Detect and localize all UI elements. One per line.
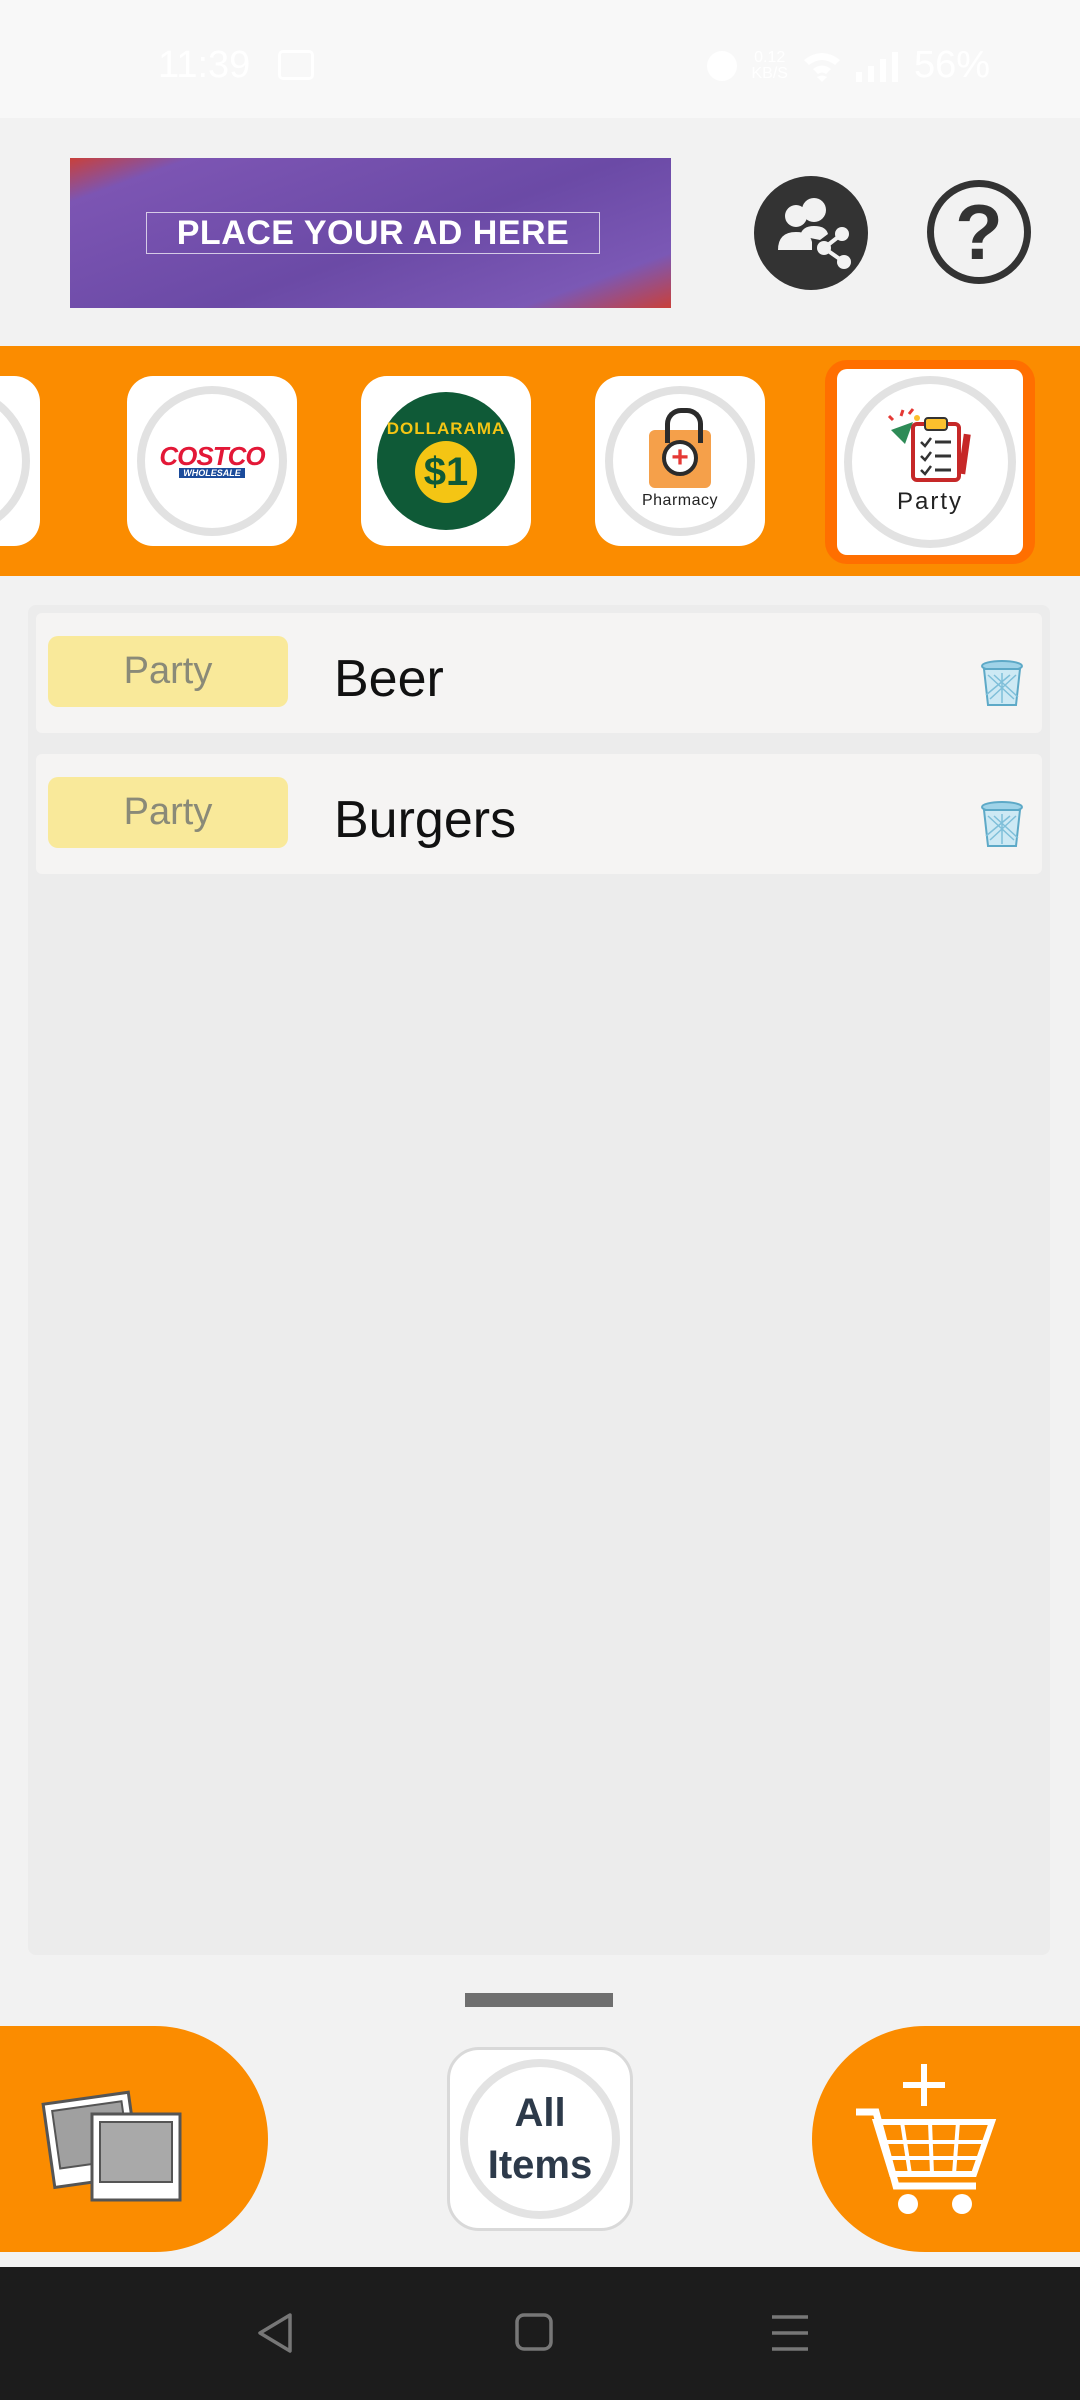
store-ring: + Pharmacy [605, 386, 755, 536]
wifi-icon [803, 52, 840, 82]
all-items-label: All Items [488, 2087, 593, 2191]
pharmacy-label: Pharmacy [641, 492, 719, 509]
signal-icon [855, 51, 898, 82]
store-ring: COSTCO WHOLESALE [137, 386, 287, 536]
battery-percent: 56% [913, 44, 990, 86]
list-item[interactable]: Party Beer [36, 613, 1042, 733]
store-ring: Party [844, 376, 1016, 548]
photos-icon [41, 2090, 182, 2202]
app-header: PLACE YOUR AD HERE ? [0, 118, 1080, 346]
category-badge[interactable]: Party [48, 636, 288, 707]
item-name: Burgers [334, 791, 517, 849]
ad-text: PLACE YOUR AD HERE [146, 212, 600, 254]
status-bar: 11:39 0.12 KB/S 56% [0, 0, 1080, 118]
gallery-notification-icon [278, 50, 314, 80]
share-list-button[interactable] [754, 176, 868, 290]
add-cart-icon [856, 2064, 997, 2214]
party-label: Party [896, 488, 963, 515]
item-name: Beer [334, 650, 444, 708]
system-nav-bar [0, 2267, 1080, 2400]
all-items-button[interactable]: All Items [447, 2047, 633, 2231]
dollarama-logo-text: DOLLARAMA [386, 419, 506, 438]
medical-cross-icon: + [662, 440, 698, 476]
party-checklist-icon [887, 408, 971, 482]
status-time: 11:39 [158, 44, 251, 86]
network-speed-value: 0.12 [754, 48, 786, 66]
category-badge[interactable]: Party [48, 777, 288, 848]
recents-menu-icon[interactable] [760, 2307, 820, 2359]
add-to-cart-button[interactable] [812, 2026, 1080, 2252]
home-icon[interactable] [503, 2307, 563, 2359]
all-items-label-line1: All [514, 2091, 566, 2135]
store-tile-party: Party [837, 369, 1023, 555]
all-items-ring: All Items [460, 2059, 620, 2219]
store-selector[interactable]: COSTCO WHOLESALE DOLLARAMA $1 + Pharmacy [0, 346, 1080, 576]
list-item[interactable]: Party Burgers [36, 754, 1042, 874]
help-button[interactable]: ? [927, 180, 1031, 284]
pharmacy-bag-icon: + [649, 408, 711, 488]
status-indicators: 0.12 KB/S 56% [707, 44, 990, 87]
shopping-list: Party Beer Party Burgers [28, 605, 1050, 1955]
trash-icon[interactable] [980, 800, 1024, 848]
back-icon[interactable] [246, 2307, 306, 2359]
photos-button[interactable] [0, 2026, 268, 2252]
store-ring [0, 386, 30, 536]
store-tile-pharmacy[interactable]: + Pharmacy [595, 376, 765, 546]
trash-icon[interactable] [980, 659, 1024, 707]
store-tile-costco[interactable]: COSTCO WHOLESALE [127, 376, 297, 546]
dollarama-logo-dollar: $1 [415, 441, 477, 503]
ad-banner[interactable]: PLACE YOUR AD HERE [70, 158, 671, 308]
dollarama-logo: DOLLARAMA $1 [377, 392, 515, 530]
alarm-icon [707, 50, 738, 81]
share-users-icon [778, 198, 851, 269]
drag-handle[interactable] [465, 1993, 613, 2007]
store-tile-party-selected[interactable]: Party [825, 360, 1035, 564]
costco-logo: COSTCO [159, 441, 265, 471]
costco-logo-sub: WHOLESALE [179, 468, 245, 478]
store-tile-previous[interactable] [0, 376, 40, 546]
store-tile-dollarama[interactable]: DOLLARAMA $1 [361, 376, 531, 546]
question-icon: ? [955, 187, 1003, 276]
network-speed-unit: KB/S [751, 64, 788, 82]
all-items-label-line2: Items [487, 2143, 593, 2187]
network-speed: 0.12 KB/S [751, 48, 788, 82]
